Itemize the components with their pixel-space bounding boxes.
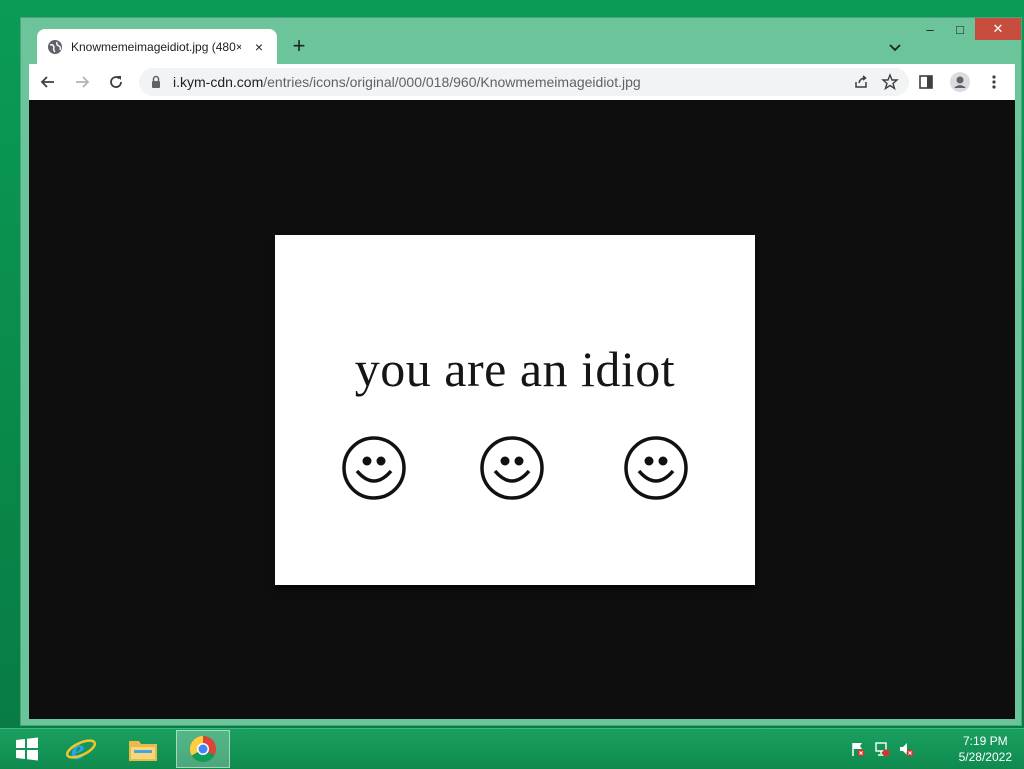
start-button[interactable] [0,730,54,768]
title-bar[interactable]: Knowmemeimageidiot.jpg (480×350) × + – □… [21,18,1021,64]
menu-kebab-icon[interactable] [979,67,1009,97]
system-tray [850,741,914,762]
displayed-image[interactable]: you are an idiot [275,235,755,585]
image-viewer: you are an idiot [29,100,1015,719]
window-controls: – □ ✕ [915,18,1021,42]
share-icon[interactable] [853,74,869,95]
folder-icon [129,741,157,761]
chrome-taskbar-button[interactable] [176,730,230,768]
clock-time: 7:19 PM [962,734,1008,748]
globe-icon [47,39,63,55]
back-arrow-icon[interactable] [33,67,63,97]
tab-close-icon[interactable]: × [251,39,267,55]
clock-date: 5/28/2022 [958,750,1012,764]
windows-logo-icon [16,737,38,761]
smiley-face-icon [342,436,406,500]
address-bar[interactable]: i.kym-cdn.com/entries/icons/original/000… [139,68,909,96]
url-domain: i.kym-cdn.com [173,74,264,90]
url-path: /entries/icons/original/000/018/960/Know… [263,74,641,90]
side-panel-icon[interactable] [911,67,941,97]
chrome-icon [189,735,216,763]
image-caption: you are an idiot [354,341,676,397]
action-center-flag-icon[interactable] [850,741,866,762]
reload-icon[interactable] [101,67,131,97]
forward-arrow-icon[interactable] [67,67,97,97]
taskbar: e 7:19 PM 5/28/2022 [0,728,1024,769]
profile-avatar-icon[interactable] [945,67,975,97]
new-tab-button[interactable]: + [287,35,311,59]
system-clock[interactable]: 7:19 PM 5/28/2022 [959,733,1012,765]
close-button[interactable]: ✕ [975,18,1021,40]
smiley-face-icon [480,436,544,500]
url-text: i.kym-cdn.com/entries/icons/original/000… [173,74,641,90]
minimize-button[interactable]: – [915,18,945,40]
toolbar-right [907,67,1009,97]
internet-explorer-icon: e [65,733,97,765]
browser-toolbar: i.kym-cdn.com/entries/icons/original/000… [29,64,1015,100]
chrome-window: Knowmemeimageidiot.jpg (480×350) × + – □… [20,17,1022,726]
bookmark-star-icon[interactable] [881,73,899,96]
tab-title: Knowmemeimageidiot.jpg (480×350) [71,39,241,54]
browser-tab[interactable]: Knowmemeimageidiot.jpg (480×350) × [37,29,277,64]
file-explorer-button[interactable] [116,730,170,768]
maximize-button[interactable]: □ [945,18,975,40]
internet-explorer-button[interactable]: e [54,730,108,768]
lock-icon[interactable] [149,75,163,89]
network-icon[interactable] [874,741,890,762]
volume-muted-icon[interactable] [898,741,914,762]
chevron-down-icon[interactable] [886,38,904,56]
smiley-face-icon [624,436,688,500]
svg-text:e: e [71,733,84,765]
